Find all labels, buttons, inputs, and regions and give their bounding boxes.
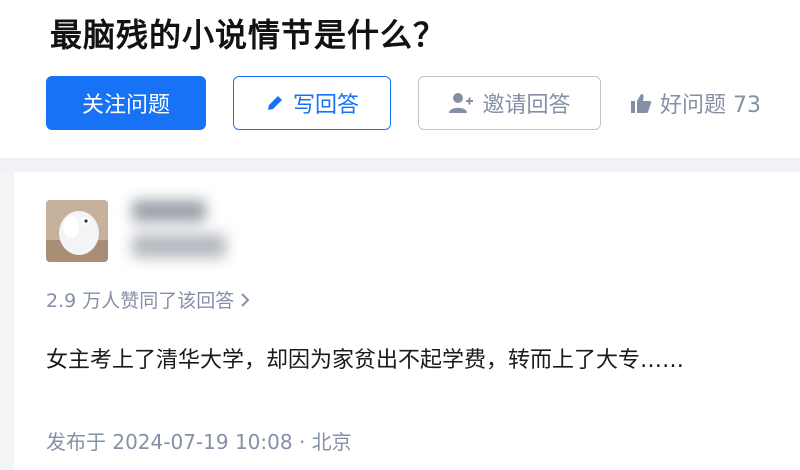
pencil-icon [265, 93, 285, 113]
answer-content[interactable]: 女主考上了清华大学，却因为家贫出不起学费，转而上了大专…… [46, 342, 684, 374]
add-user-icon [448, 91, 474, 115]
question-title[interactable]: 最脑残的小说情节是什么？ [50, 10, 446, 56]
question-header: 最脑残的小说情节是什么？ 关注问题 写回答 邀请回答 好问题 73 [0, 0, 800, 158]
follow-question-button[interactable]: 关注问题 [46, 76, 206, 130]
vote-count-link[interactable]: 2.9 万人赞同了该回答 [46, 286, 250, 313]
follow-question-label: 关注问题 [81, 93, 170, 118]
write-answer-label: 写回答 [292, 93, 359, 118]
publish-info: 发布于 2024-07-19 10:08 · 北京 [46, 430, 352, 454]
vote-count-text: 2.9 万人赞同了该回答 [46, 290, 235, 312]
write-answer-button[interactable]: 写回答 [233, 76, 391, 130]
avatar[interactable] [46, 200, 108, 262]
answer-card: 2.9 万人赞同了该回答 女主考上了清华大学，却因为家贫出不起学费，转而上了大专… [14, 172, 800, 470]
good-question-label: 好问题 73 [660, 93, 761, 118]
thumbs-up-icon [630, 92, 652, 114]
good-question-button[interactable]: 好问题 73 [630, 76, 761, 130]
chevron-right-icon [240, 292, 250, 308]
invite-answer-button[interactable]: 邀请回答 [418, 76, 601, 130]
invite-answer-label: 邀请回答 [482, 93, 571, 118]
author-name-blurred[interactable] [122, 192, 232, 272]
section-divider [0, 158, 800, 172]
